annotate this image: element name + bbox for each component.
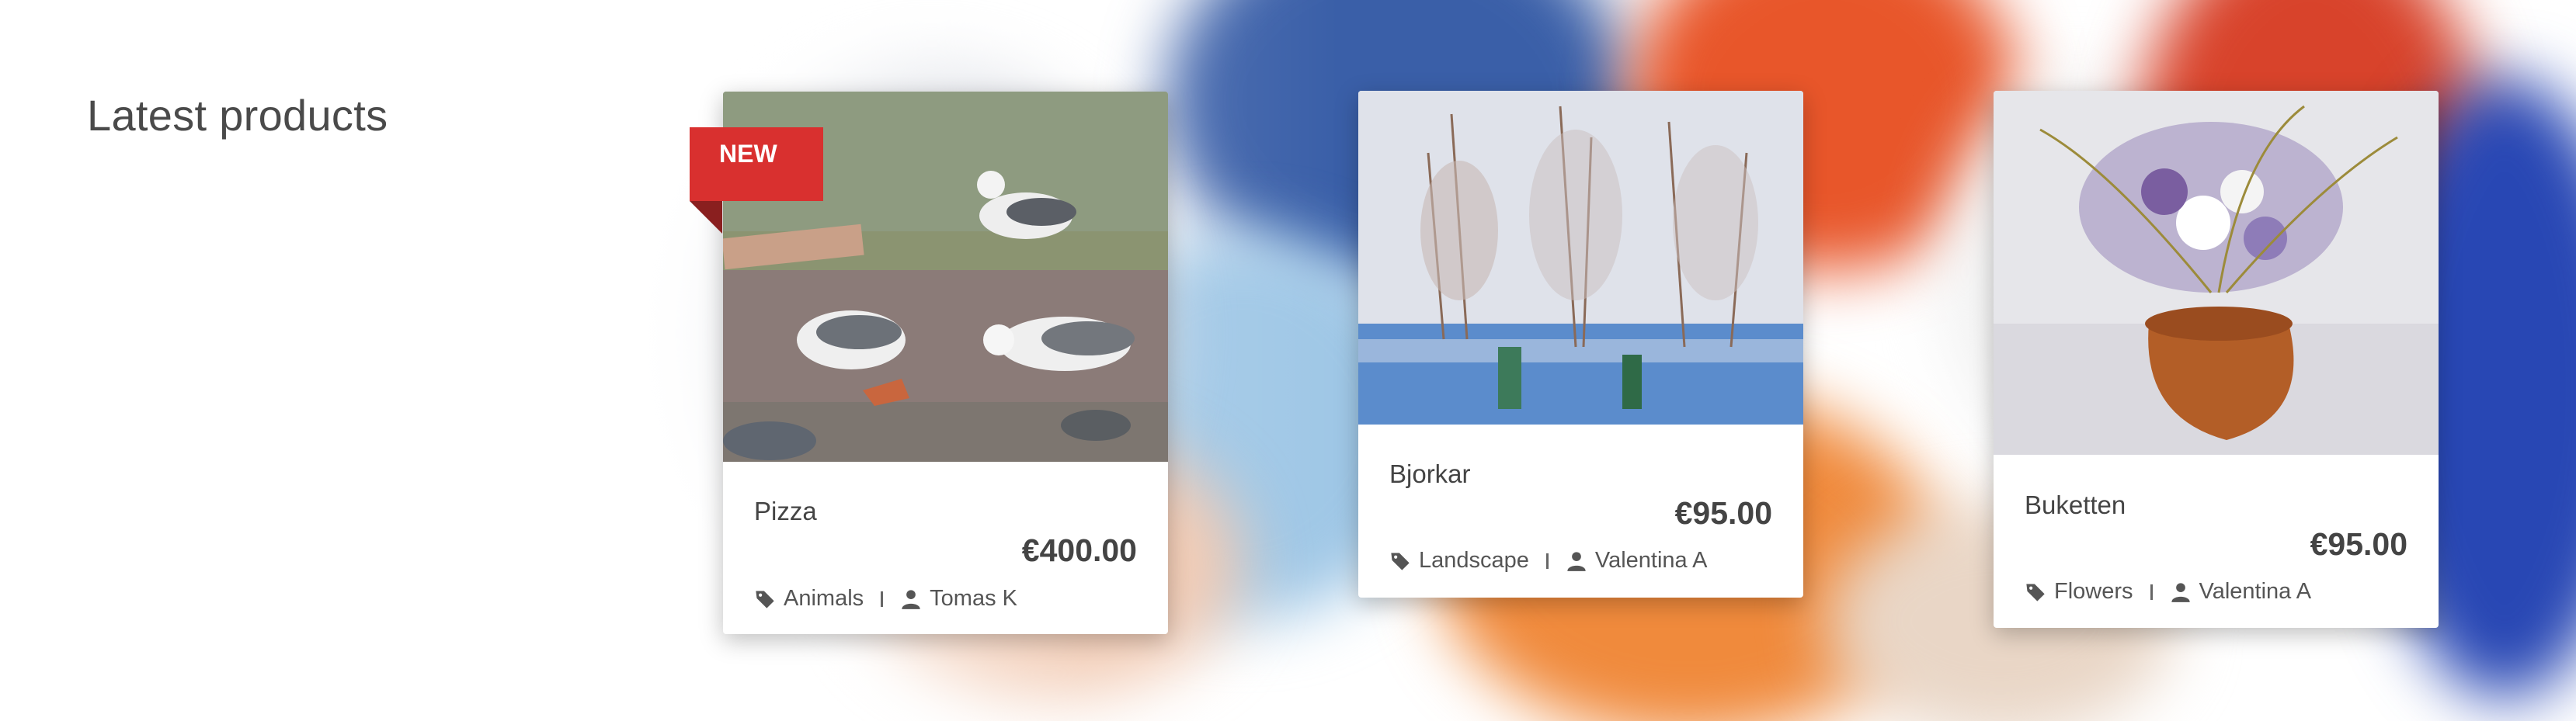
- product-artist[interactable]: Valentina A: [2199, 579, 2312, 605]
- user-icon: [2171, 582, 2190, 602]
- product-meta: Animals Tomas K: [754, 586, 1017, 612]
- product-category[interactable]: Flowers: [2054, 579, 2133, 605]
- product-card[interactable]: Buketten €95.00 Flowers Valentina A: [1994, 91, 2439, 628]
- product-image[interactable]: [1994, 91, 2439, 455]
- product-price: €400.00: [1021, 532, 1137, 568]
- meta-divider: [881, 591, 884, 607]
- product-category[interactable]: Animals: [784, 586, 864, 612]
- product-name[interactable]: Buketten: [2025, 490, 2126, 520]
- user-icon: [1567, 551, 1586, 571]
- product-card[interactable]: Bjorkar €95.00 Landscape Valentina A: [1358, 91, 1803, 598]
- tag-icon: [2026, 584, 2045, 601]
- tag-icon: [756, 591, 774, 608]
- product-artist[interactable]: Tomas K: [930, 586, 1017, 612]
- meta-divider: [1545, 553, 1549, 569]
- product-category[interactable]: Landscape: [1419, 548, 1529, 574]
- meta-divider: [2150, 584, 2153, 600]
- product-meta: Flowers Valentina A: [2025, 579, 2311, 605]
- product-price: €95.00: [1674, 495, 1772, 531]
- tag-icon: [1391, 553, 1410, 570]
- product-image[interactable]: [1358, 91, 1803, 425]
- new-badge-fold: [690, 201, 722, 234]
- product-artist[interactable]: Valentina A: [1595, 548, 1708, 574]
- product-meta: Landscape Valentina A: [1389, 548, 1707, 574]
- product-name[interactable]: Bjorkar: [1389, 459, 1471, 489]
- user-icon: [902, 589, 920, 609]
- product-name[interactable]: Pizza: [754, 497, 817, 526]
- new-badge: NEW: [690, 127, 823, 201]
- product-price: €95.00: [2310, 526, 2407, 562]
- section-title: Latest products: [87, 91, 388, 140]
